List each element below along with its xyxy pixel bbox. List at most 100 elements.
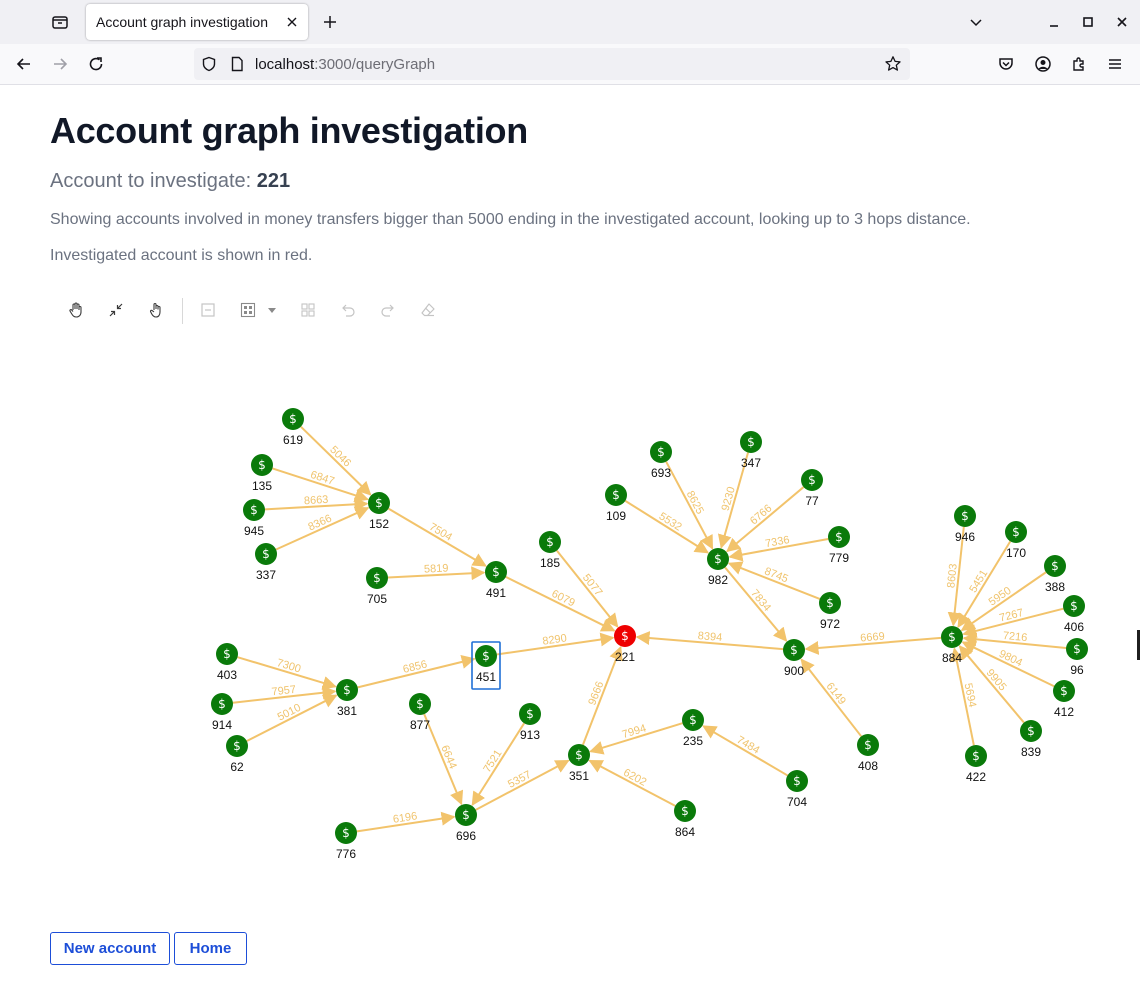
url-bar[interactable]: localhost:3000/queryGraph: [194, 48, 910, 80]
account-node[interactable]: $337: [255, 543, 277, 582]
account-node[interactable]: $235: [682, 709, 704, 748]
node-label: 864: [675, 825, 695, 839]
shield-icon[interactable]: [199, 54, 219, 74]
transfer-edge[interactable]: [588, 759, 676, 807]
node-label: 946: [955, 530, 975, 544]
account-node[interactable]: $945: [243, 499, 265, 538]
reload-icon[interactable]: [80, 48, 112, 80]
dollar-icon: $: [233, 739, 241, 753]
account-icon[interactable]: [1027, 48, 1059, 80]
new-tab-icon[interactable]: [314, 6, 346, 38]
account-node[interactable]: $693: [650, 441, 672, 480]
eraser-icon[interactable]: [412, 294, 444, 326]
account-node[interactable]: $403: [216, 643, 238, 682]
minus-box-icon[interactable]: [192, 294, 224, 326]
new-account-button[interactable]: New account: [50, 932, 170, 965]
node-label: 705: [367, 592, 387, 606]
node-label: 914: [212, 718, 232, 732]
account-node[interactable]: $388: [1044, 555, 1066, 594]
close-tab-icon[interactable]: [282, 12, 302, 32]
undo-icon[interactable]: [332, 294, 364, 326]
account-node[interactable]: $152: [368, 492, 390, 531]
dollar-icon: $: [462, 808, 470, 822]
investigated-account-node[interactable]: $221: [614, 625, 636, 664]
account-node[interactable]: $406: [1063, 595, 1085, 634]
account-node[interactable]: $877: [409, 693, 431, 732]
dropdown-caret-icon[interactable]: [262, 294, 282, 326]
node-label: 913: [520, 728, 540, 742]
browser-tab[interactable]: Account graph investigation: [86, 4, 308, 40]
account-node[interactable]: $491: [485, 561, 507, 600]
menu-icon[interactable]: [1099, 48, 1131, 80]
dollar-icon: $: [526, 707, 534, 721]
maximize-icon[interactable]: [1072, 6, 1104, 38]
account-node[interactable]: $170: [1005, 521, 1027, 560]
account-node[interactable]: $776: [335, 822, 357, 861]
edge-amount-label: 8394: [697, 630, 722, 644]
transfer-edge[interactable]: [665, 461, 714, 550]
account-node[interactable]: $972: [819, 592, 841, 631]
account-node[interactable]: $347: [740, 431, 762, 470]
account-node[interactable]: $408: [857, 734, 879, 773]
investigate-label: Account to investigate:: [50, 170, 252, 192]
account-node[interactable]: $864: [674, 800, 696, 839]
redo-icon[interactable]: [372, 294, 404, 326]
close-window-icon[interactable]: [1106, 6, 1138, 38]
node-label: 422: [966, 770, 986, 784]
node-label: 152: [369, 517, 389, 531]
pan-hand-icon[interactable]: [60, 294, 92, 326]
account-node[interactable]: $884: [941, 626, 963, 665]
account-node[interactable]: $381: [336, 679, 358, 718]
dollar-icon: $: [482, 649, 490, 663]
account-node[interactable]: $62: [226, 735, 248, 774]
account-node[interactable]: $109: [605, 484, 627, 523]
account-node[interactable]: $451: [471, 641, 501, 690]
back-icon[interactable]: [8, 48, 40, 80]
forward-icon[interactable]: [44, 48, 76, 80]
grid-layout-icon[interactable]: [232, 294, 264, 326]
account-node[interactable]: $946: [954, 505, 976, 544]
bookmark-star-icon[interactable]: [883, 54, 903, 74]
home-button[interactable]: Home: [174, 932, 247, 965]
dollar-icon: $: [343, 683, 351, 697]
account-node[interactable]: $351: [568, 744, 590, 783]
collapse-icon[interactable]: [100, 294, 132, 326]
account-node[interactable]: $900: [783, 639, 805, 678]
dollar-icon: $: [1051, 559, 1059, 573]
pocket-icon[interactable]: [990, 48, 1022, 80]
account-node[interactable]: $412: [1053, 680, 1075, 719]
account-node[interactable]: $696: [455, 804, 477, 843]
dollar-icon: $: [223, 647, 231, 661]
tiles-icon[interactable]: [292, 294, 324, 326]
tab-list-icon[interactable]: [44, 6, 76, 38]
transfer-edge[interactable]: [961, 641, 1055, 688]
extensions-icon[interactable]: [1063, 48, 1095, 80]
minimize-icon[interactable]: [1038, 6, 1070, 38]
account-node[interactable]: $705: [366, 567, 388, 606]
account-node[interactable]: $704: [786, 770, 808, 809]
url-text[interactable]: localhost:3000/queryGraph: [255, 56, 435, 73]
node-label: 619: [283, 433, 303, 447]
pointer-hand-icon[interactable]: [140, 294, 172, 326]
node-label: 776: [336, 847, 356, 861]
dollar-icon: $: [546, 535, 554, 549]
account-node[interactable]: $96: [1066, 638, 1088, 677]
chevron-down-icon[interactable]: [960, 6, 992, 38]
dollar-icon: $: [1073, 642, 1081, 656]
account-node[interactable]: $913: [519, 703, 541, 742]
graph-note: Investigated account is shown in red.: [50, 247, 313, 264]
edge-amount-label: 6856: [402, 658, 429, 675]
account-node[interactable]: $914: [211, 693, 233, 732]
account-node[interactable]: $839: [1020, 720, 1042, 759]
account-node[interactable]: $779: [828, 526, 850, 565]
page-icon[interactable]: [227, 54, 247, 74]
node-label: 412: [1054, 705, 1074, 719]
account-node[interactable]: $77: [801, 469, 823, 508]
account-graph[interactable]: 5046684786638366 75045819607950778290 8394…: [0, 340, 1140, 900]
account-node[interactable]: $135: [251, 454, 273, 493]
dollar-icon: $: [747, 435, 755, 449]
dollar-icon: $: [961, 509, 969, 523]
node-label: 839: [1021, 745, 1041, 759]
account-node[interactable]: $422: [965, 745, 987, 784]
dollar-icon: $: [972, 749, 980, 763]
